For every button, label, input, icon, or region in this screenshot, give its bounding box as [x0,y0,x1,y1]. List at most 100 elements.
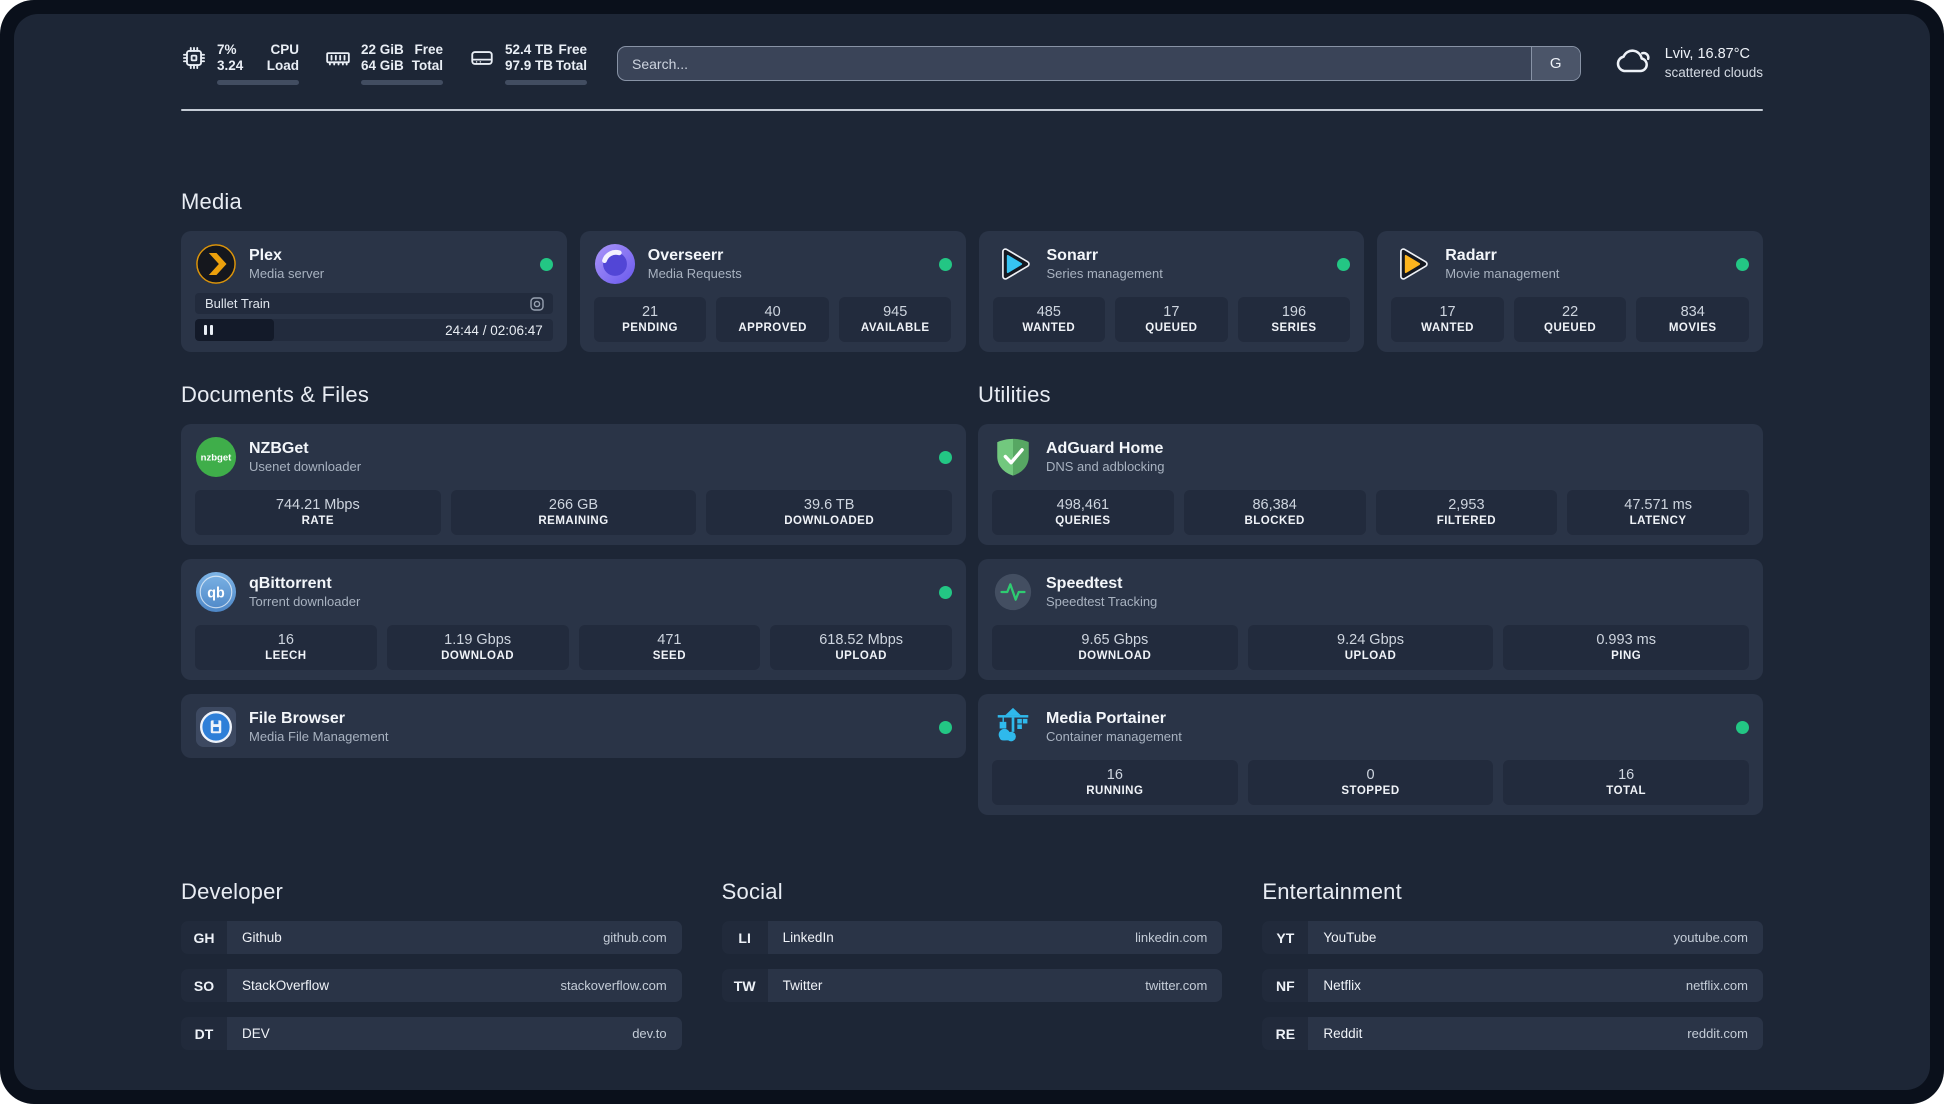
sonarr-icon [993,243,1035,285]
card-radarr[interactable]: Radarr Movie management 17 WANTED 22 QUE… [1377,231,1763,352]
stat-label: QUERIES [1055,515,1111,527]
section-developer: Developer GH Github github.com SO StackO… [181,879,682,1065]
card-sonarr-titles: Sonarr Series management [1047,246,1163,282]
stat-value: 266 GB [548,497,599,513]
stat-value: 485 [1036,304,1061,320]
link-row-stackoverflow[interactable]: SO StackOverflow stackoverflow.com [181,969,682,1002]
link-row-github[interactable]: GH Github github.com [181,921,682,954]
link-name: StackOverflow [242,978,330,993]
stat-value: 471 [657,632,682,648]
sonarr-description: Series management [1046,265,1163,281]
link-name: YouTube [1323,930,1377,945]
link-tag: LI [721,921,768,954]
link-tag: GH [181,921,227,954]
card-filebrowser-header: File Browser Media File Management [195,706,952,748]
cpu-load-label: Load [266,58,299,73]
link-body: YouTube youtube.com [1308,921,1763,954]
section-title-utilities: Utilities [978,382,1051,407]
stat-box: 0 STOPPED [1247,760,1494,805]
card-qbittorrent[interactable]: qb qBittorrent Torrent downloader 16 LEE… [181,559,966,680]
link-row-dev[interactable]: DT DEV dev.to [181,1017,682,1050]
search-engine-button[interactable]: G [1530,47,1580,80]
stat-label: DOWNLOAD [441,650,515,662]
weather-widget[interactable]: Lviv, 16.87°C scattered clouds [1611,40,1763,87]
stat-label: DOWNLOAD [1078,650,1152,662]
link-row-reddit[interactable]: RE Reddit reddit.com [1262,1017,1763,1050]
stat-box: 47.571 ms LATENCY [1567,490,1749,535]
system-stats: 7% CPU 3.24 Load 22 GiB Free 64 GiB Total [181,42,587,86]
disk-stat-text: 52.4 TB Free 97.9 TB Total [505,42,587,75]
stat-value: 744.21 Mbps [275,497,360,513]
qbittorrent-description: Torrent downloader [249,593,361,609]
stat-label: PENDING [622,322,678,334]
stat-label: WANTED [1022,322,1076,334]
stat-box: 40 APPROVED [716,297,829,342]
link-body: StackOverflow stackoverflow.com [227,969,682,1002]
card-nzbget[interactable]: nzbget NZBGet Usenet downloader 744.21 M… [181,424,966,545]
card-plex[interactable]: Plex Media server Bullet Train 24:44 / 0… [181,231,567,352]
weather-location: Lviv, 16.87°C [1664,46,1751,63]
memory-stat-widget: 22 GiB Free 64 GiB Total [325,42,443,86]
search-input[interactable] [618,55,1531,72]
card-speedtest[interactable]: Speedtest Speedtest Tracking 9.65 Gbps D… [978,559,1763,680]
link-url: dev.to [632,1026,667,1041]
sonarr-status-dot [1337,257,1351,271]
stat-value: 0.993 ms [1596,632,1656,648]
stat-box: 2,953 FILTERED [1375,490,1558,535]
memory-total-label: Total [411,58,443,73]
stat-label: LEECH [265,650,307,662]
stat-label: RUNNING [1086,785,1144,797]
stat-label: SEED [652,650,687,662]
plex-now-playing-row: Bullet Train [195,293,553,314]
link-row-linkedin[interactable]: LI LinkedIn linkedin.com [721,921,1223,954]
pause-icon[interactable] [204,325,213,335]
top-bar: 7% CPU 3.24 Load 22 GiB Free 64 GiB Total [181,40,1763,87]
header-divider [181,109,1763,111]
radarr-name: Radarr [1445,246,1497,264]
card-overseerr[interactable]: Overseerr Media Requests 21 PENDING 40 A… [579,231,966,352]
link-name: DEV [242,1026,270,1041]
link-body: LinkedIn linkedin.com [767,921,1223,954]
session-settings-icon[interactable] [529,296,545,312]
card-adguard[interactable]: AdGuard Home DNS and adblocking 498,461 … [978,424,1763,545]
stat-value: 47.571 ms [1624,497,1692,513]
card-filebrowser[interactable]: File Browser Media File Management [181,694,966,758]
weather-condition: scattered clouds [1664,65,1763,81]
stat-value: 618.52 Mbps [819,632,904,648]
cpu-usage-label: CPU [270,41,299,57]
section-title-entertainment: Entertainment [1262,879,1402,904]
stat-value: 16 [1618,767,1635,783]
link-row-twitter[interactable]: TW Twitter twitter.com [721,969,1223,1002]
card-adguard-header: AdGuard Home DNS and adblocking [992,436,1749,478]
link-row-netflix[interactable]: NF Netflix netflix.com [1262,969,1763,1002]
card-portainer[interactable]: Media Portainer Container management 16 … [978,694,1763,815]
link-url: github.com [603,930,667,945]
stat-box: 21 PENDING [593,297,707,342]
dashboard-content: 7% CPU 3.24 Load 22 GiB Free 64 GiB Total [14,14,1930,1065]
card-plex-header: Plex Media server [195,243,553,285]
stat-box: 0.993 ms PING [1503,625,1750,670]
disk-free-label: Free [558,41,587,57]
stat-value: 16 [1106,767,1123,783]
overseerr-description: Media Requests [647,265,742,281]
radarr-icon [1391,243,1433,285]
plex-progress-bar[interactable]: 24:44 / 02:06:47 [195,319,553,341]
card-filebrowser-titles: File Browser Media File Management [249,709,388,745]
section-social: Social LI LinkedIn linkedin.com TW Twitt… [721,879,1223,1065]
stat-box: 196 SERIES [1237,297,1351,342]
stat-label: REMAINING [538,515,609,527]
cloud-icon [1611,40,1653,87]
portainer-icon [992,706,1034,748]
overseerr-stats: 21 PENDING 40 APPROVED 945 AVAILABLE [593,297,952,342]
stat-box: 16 RUNNING [992,760,1238,805]
stat-value: 21 [641,304,659,320]
card-sonarr[interactable]: Sonarr Series management 485 WANTED 17 Q… [978,231,1365,352]
dashboard-app: 7% CPU 3.24 Load 22 GiB Free 64 GiB Total [14,14,1930,1090]
stat-box: 16 LEECH [195,625,377,670]
speedtest-icon [992,571,1034,613]
section-entertainment: Entertainment YT YouTube youtube.com NF … [1262,879,1763,1065]
link-row-youtube[interactable]: YT YouTube youtube.com [1262,921,1763,954]
portainer-status-dot [1736,720,1749,734]
plex-description: Media server [249,265,325,281]
cpu-stat-widget: 7% CPU 3.24 Load [181,42,299,86]
